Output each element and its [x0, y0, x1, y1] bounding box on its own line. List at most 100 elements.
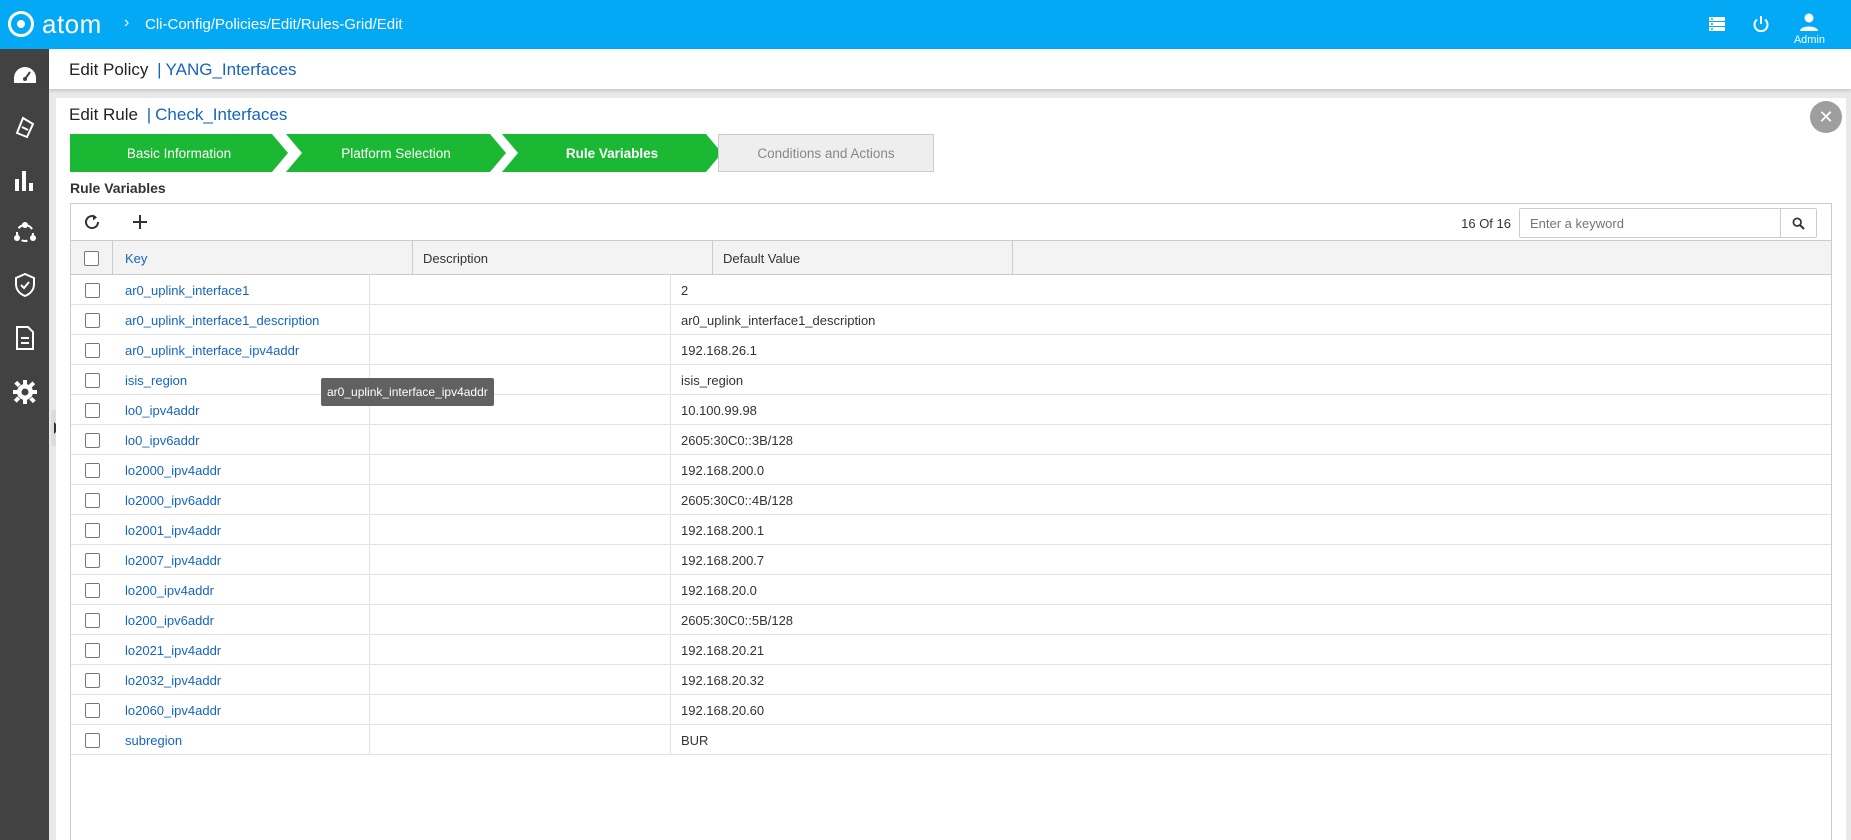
- nav-compliance-icon[interactable]: [0, 265, 49, 305]
- key-cell[interactable]: ar0_uplink_interface1: [125, 275, 249, 305]
- wizard-steps: Basic Information Platform Selection Rul…: [70, 134, 934, 172]
- row-checkbox[interactable]: [85, 282, 100, 298]
- row-checkbox[interactable]: [85, 552, 100, 568]
- search-input[interactable]: [1520, 209, 1780, 237]
- step-rule-variables[interactable]: Rule Variables: [502, 134, 722, 172]
- select-all-checkbox[interactable]: [84, 250, 99, 266]
- row-checkbox[interactable]: [85, 492, 100, 508]
- key-cell[interactable]: lo2001_ipv4addr: [125, 515, 221, 545]
- step-conditions-and-actions[interactable]: Conditions and Actions: [718, 134, 934, 172]
- row-checkbox[interactable]: [85, 312, 100, 328]
- chevron-right-icon: ›: [124, 14, 130, 31]
- row-checkbox[interactable]: [85, 702, 100, 718]
- table-row[interactable]: ar0_uplink_interface1 2: [71, 275, 1831, 305]
- table-row[interactable]: lo2032_ipv4addr 192.168.20.32: [71, 665, 1831, 695]
- page-title-prefix: Edit Policy: [69, 60, 149, 79]
- add-button[interactable]: [129, 211, 151, 233]
- description-cell: [369, 635, 671, 665]
- default-value-cell: BUR: [681, 732, 709, 748]
- user-icon[interactable]: [1798, 11, 1820, 33]
- key-cell[interactable]: lo200_ipv6addr: [125, 605, 214, 635]
- default-value-cell: ar0_uplink_interface1_description: [681, 312, 876, 328]
- table-row[interactable]: lo2000_ipv4addr 192.168.200.0: [71, 455, 1831, 485]
- row-checkbox[interactable]: [85, 402, 100, 418]
- policy-name: YANG_Interfaces: [165, 60, 297, 79]
- row-checkbox-cell: [85, 455, 100, 485]
- nav-reports-icon[interactable]: [0, 161, 49, 201]
- row-checkbox[interactable]: [85, 732, 100, 748]
- row-checkbox[interactable]: [85, 522, 100, 538]
- atom-logo-icon: [8, 11, 34, 37]
- row-checkbox-cell: [85, 665, 100, 695]
- table-row[interactable]: lo2060_ipv4addr 192.168.20.60: [71, 695, 1831, 725]
- row-checkbox[interactable]: [85, 432, 100, 448]
- top-bar: atom › Cli-Config/Policies/Edit/Rules-Gr…: [0, 0, 1851, 49]
- default-value-cell: 10.100.99.98: [681, 402, 757, 418]
- row-checkbox[interactable]: [85, 372, 100, 388]
- table-row[interactable]: ar0_uplink_interface_ipv4addr 192.168.26.…: [71, 335, 1831, 365]
- key-cell[interactable]: lo2021_ipv4addr: [125, 635, 221, 665]
- nav-settings-icon[interactable]: [0, 372, 49, 412]
- column-header-description[interactable]: Description: [413, 241, 713, 275]
- row-checkbox[interactable]: [85, 642, 100, 658]
- key-cell[interactable]: lo2000_ipv6addr: [125, 485, 221, 515]
- key-cell[interactable]: lo2007_ipv4addr: [125, 545, 221, 575]
- key-cell[interactable]: lo2000_ipv4addr: [125, 455, 221, 485]
- edit-rule-card: Edit Rule | Check_Interfaces ✕ Basic Info…: [56, 98, 1846, 840]
- search-button[interactable]: [1780, 209, 1816, 237]
- default-value-cell: 192.168.200.7: [681, 552, 765, 568]
- default-value-cell: 192.168.20.32: [681, 672, 765, 688]
- row-checkbox[interactable]: [85, 582, 100, 598]
- key-cell[interactable]: ar0_uplink_interface_ipv4addr: [125, 335, 299, 365]
- table-row[interactable]: lo2007_ipv4addr 192.168.200.7: [71, 545, 1831, 575]
- nav-devices-icon[interactable]: [0, 107, 49, 147]
- description-cell: [369, 335, 671, 365]
- column-header-key[interactable]: Key: [113, 241, 413, 275]
- nav-topology-icon[interactable]: [0, 213, 49, 253]
- nav-documents-icon[interactable]: [0, 318, 49, 358]
- key-cell[interactable]: lo200_ipv4addr: [125, 575, 214, 605]
- refresh-button[interactable]: [81, 211, 103, 233]
- key-cell[interactable]: subregion: [125, 725, 182, 755]
- close-button[interactable]: ✕: [1810, 101, 1842, 133]
- column-header-default-value[interactable]: Default Value: [713, 241, 1013, 275]
- key-cell[interactable]: ar0_uplink_interface1_description: [125, 305, 319, 335]
- description-cell: [369, 275, 671, 305]
- table-row[interactable]: subregion BUR: [71, 725, 1831, 755]
- default-value-cell: 2: [681, 282, 689, 298]
- user-label[interactable]: Admin: [1794, 34, 1825, 46]
- default-value-cell: 192.168.200.0: [681, 462, 765, 478]
- row-checkbox[interactable]: [85, 612, 100, 628]
- row-checkbox[interactable]: [85, 342, 100, 358]
- select-all-cell: [71, 241, 113, 275]
- row-checkbox[interactable]: [85, 462, 100, 478]
- nav-dashboard-icon[interactable]: [0, 56, 49, 96]
- key-cell[interactable]: lo2032_ipv4addr: [125, 665, 221, 695]
- server-list-icon[interactable]: [1706, 13, 1728, 35]
- row-checkbox-cell: [85, 575, 100, 605]
- key-cell[interactable]: lo0_ipv4addr: [125, 395, 199, 425]
- step-label: Platform Selection: [341, 145, 451, 161]
- step-basic-information[interactable]: Basic Information: [70, 134, 288, 172]
- key-cell[interactable]: isis_region: [125, 365, 187, 395]
- power-icon[interactable]: [1750, 13, 1772, 35]
- section-title: Rule Variables: [70, 180, 166, 196]
- key-cell[interactable]: lo2060_ipv4addr: [125, 695, 221, 725]
- table-row[interactable]: lo200_ipv4addr 192.168.20.0: [71, 575, 1831, 605]
- step-platform-selection[interactable]: Platform Selection: [286, 134, 506, 172]
- table-row[interactable]: lo2000_ipv6addr 2605:30C0::4B/128: [71, 485, 1831, 515]
- table-row[interactable]: lo2021_ipv4addr 192.168.20.21: [71, 635, 1831, 665]
- row-checkbox-cell: [85, 485, 100, 515]
- table-row[interactable]: lo200_ipv6addr 2605:30C0::5B/128: [71, 605, 1831, 635]
- description-cell: [369, 725, 671, 755]
- table-row[interactable]: lo0_ipv6addr 2605:30C0::3B/128: [71, 425, 1831, 455]
- row-checkbox[interactable]: [85, 672, 100, 688]
- plus-icon: [133, 215, 147, 229]
- close-icon: ✕: [1818, 106, 1834, 127]
- table-row[interactable]: lo2001_ipv4addr 192.168.200.1: [71, 515, 1831, 545]
- table-row[interactable]: ar0_uplink_interface1_description ar0_upl…: [71, 305, 1831, 335]
- atom-logo[interactable]: atom: [8, 9, 102, 39]
- breadcrumb: Cli-Config/Policies/Edit/Rules-Grid/Edit: [145, 16, 403, 33]
- key-cell[interactable]: lo0_ipv6addr: [125, 425, 199, 455]
- page-title: Edit Policy | YANG_Interfaces: [69, 60, 297, 80]
